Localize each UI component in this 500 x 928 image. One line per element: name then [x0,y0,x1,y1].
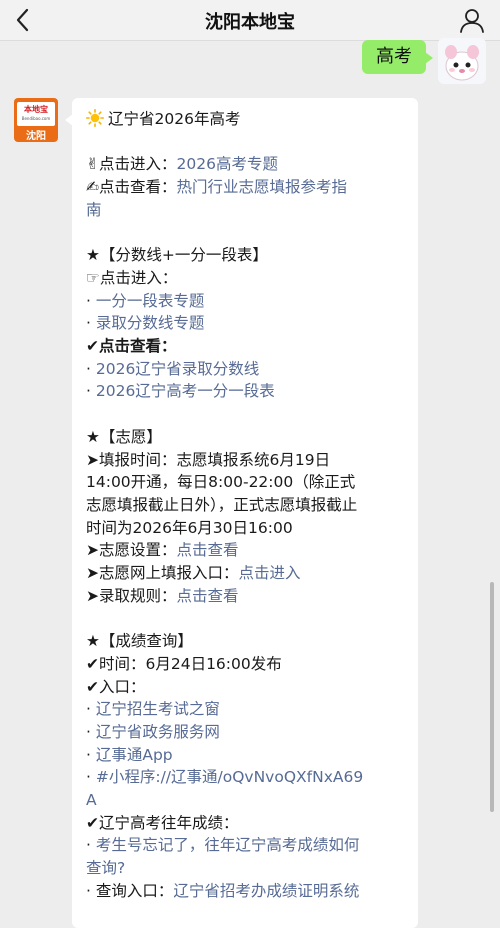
hamster-avatar-icon [445,45,479,81]
scrollbar[interactable] [490,582,494,812]
admission-score-link[interactable]: 2026辽宁省录取分数线 [96,360,259,378]
exam-window-link[interactable]: 辽宁招生考试之窗 [96,700,220,718]
wish-time-text: 志愿填报截止日外），正式志愿填报截止 [86,495,358,514]
top-bar: 沈阳本地宝 [0,0,500,41]
user-message-bubble: 高考 [362,40,433,74]
career-guide-link[interactable]: 热门行业志愿填报参考指 [177,178,348,196]
sun-icon [86,109,104,127]
past-results-heading: ✔辽宁高考往年成绩： [86,813,239,832]
mini-program-link-cont[interactable]: A [86,789,410,812]
list-item: · 录取分数线专题 [86,314,205,333]
list-item: · 辽事通App [86,745,173,764]
message-heading: 辽宁省2026年高考 [86,108,410,131]
wish-rules-line: ➤录取规则：点击查看 [86,586,239,605]
wish-rules-link[interactable]: 点击查看 [177,587,239,605]
bot-avatar[interactable]: 本地宝 Bendibao.com 沈阳 [14,98,58,142]
list-item: · 2026辽宁省录取分数线 [86,359,260,378]
wish-setting-line: ➤志愿设置：点击查看 [86,541,239,560]
page-title: 沈阳本地宝 [205,12,295,33]
user-profile-icon[interactable] [458,6,486,34]
score-view-label: ✔点击查看： [86,337,177,355]
wish-online-line: ➤志愿网上填报入口：点击进入 [86,564,301,583]
past-entry-line: · 查询入口：辽宁省招考办成绩证明系统 [86,881,360,900]
bot-message-bubble: 辽宁省2026年高考 ✌点击进入：2026高考专题 ✍点击查看：热门行业志愿填报… [65,98,418,928]
result-time-text: ✔时间：6月24日16:00发布 [86,654,282,673]
score-enter-label: ☞点击进入： [86,268,178,287]
wish-setting-link[interactable]: 点击查看 [177,541,239,559]
list-item: · 一分一段表专题 [86,291,205,310]
score-rank-table-link[interactable]: 2026辽宁高考一分一段表 [96,382,275,400]
wish-online-link[interactable]: 点击进入 [239,564,301,582]
list-item: · 辽宁招生考试之窗 [86,700,220,719]
forgot-id-query-link[interactable]: 考生号忘记了，往年辽宁高考成绩如何 [96,836,360,854]
admission-score-topic-link[interactable]: 录取分数线专题 [96,314,205,332]
result-entry-label: ✔入口： [86,677,146,696]
wish-time-text: 14:00开通，每日8:00-22:00（除正式 [86,473,356,492]
wish-section-heading: ★【志愿】 [86,427,162,446]
enter-line: ✌点击进入：2026高考专题 [86,155,278,174]
brand-city: 沈阳 [26,131,46,142]
list-item: · 考生号忘记了，往年辽宁高考成绩如何 [86,836,360,855]
career-guide-link-cont[interactable]: 南 [86,199,410,222]
liaoshitong-app-link[interactable]: 辽事通App [96,746,173,764]
user-avatar[interactable] [438,38,486,84]
result-section-heading: ★【成绩查询】 [86,632,193,651]
score-rank-topic-link[interactable]: 一分一段表专题 [96,292,205,310]
view-line: ✍点击查看：热门行业志愿填报参考指 [86,178,348,197]
mini-program-link[interactable]: #小程序://辽事通/oQvNvoQXfNxA69 [96,768,363,786]
score-section-heading: ★【分数线+一分一段表】 [86,246,268,265]
brand-logo: 本地宝 Bendibao.com [17,102,55,126]
wish-time-text: ➤填报时间：志愿填报系统6月19日 [86,450,331,469]
forgot-id-query-link-cont[interactable]: 查询? [86,857,410,880]
list-item: · #小程序://辽事通/oQvNvoQXfNxA69 [86,768,364,787]
wish-time-text: 时间为2026年6月30日16:00 [86,518,293,537]
list-item: · 辽宁省政务服务网 [86,722,220,741]
list-item: · 2026辽宁高考一分一段表 [86,382,275,401]
score-certificate-link[interactable]: 辽宁省招考办成绩证明系统 [173,882,359,900]
gov-service-link[interactable]: 辽宁省政务服务网 [96,723,220,741]
gaokao-topic-link[interactable]: 2026高考专题 [177,155,278,173]
